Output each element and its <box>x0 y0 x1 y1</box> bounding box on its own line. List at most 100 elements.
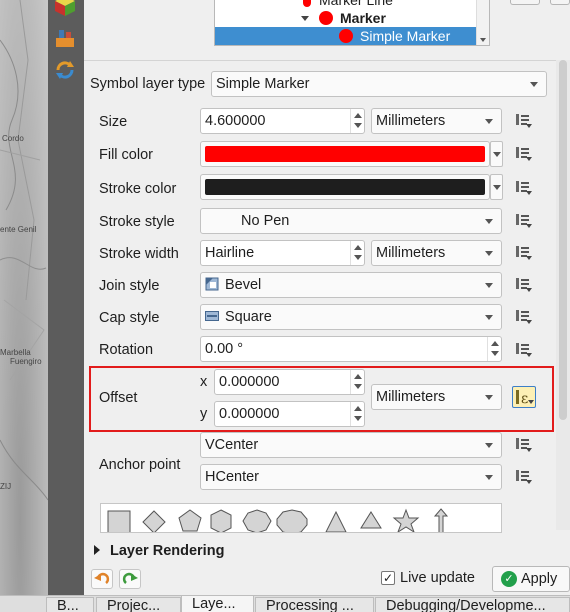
map-roads <box>0 0 48 501</box>
map-label: Fuengiro <box>10 357 42 366</box>
symbol-layer-type-label: Symbol layer type <box>90 76 206 92</box>
symbol-layer-type-value: Simple Marker <box>216 76 310 92</box>
rotation-label: Rotation <box>99 342 154 358</box>
offset-y-label: y <box>200 406 208 422</box>
data-defined-override-button[interactable] <box>512 143 536 165</box>
anchor-horizontal-combo[interactable]: HCenter <box>200 464 502 490</box>
tab-label: Processing ... <box>266 598 354 612</box>
anchor-vertical-combo[interactable]: VCenter <box>200 432 502 458</box>
anchor-horizontal-value: HCenter <box>205 469 259 485</box>
map-canvas[interactable]: Cordo ente Genil Marbella Fuengiro ZIJ <box>0 0 48 595</box>
fill-color-swatch <box>205 146 485 162</box>
apply-button[interactable]: ✓ Apply <box>492 566 570 592</box>
data-defined-icon <box>516 310 532 324</box>
tab-browser[interactable]: B... <box>46 597 94 612</box>
data-defined-override-button[interactable] <box>512 339 536 361</box>
fill-color-menu-button[interactable] <box>490 141 503 167</box>
data-defined-icon <box>516 278 532 292</box>
stroke-width-spinbox[interactable]: Hairline <box>200 240 365 266</box>
add-layer-cube-icon[interactable] <box>53 0 77 18</box>
anchor-vertical-value: VCenter <box>205 437 259 453</box>
expand-arrow-icon[interactable] <box>301 16 309 21</box>
data-defined-override-button[interactable] <box>512 210 536 232</box>
stroke-color-menu-button[interactable] <box>490 174 503 200</box>
size-unit-combo[interactable]: Millimeters <box>371 108 502 134</box>
scrollbar-thumb[interactable] <box>559 60 567 420</box>
join-style-combo[interactable]: Bevel <box>200 272 502 298</box>
stroke-color-button[interactable] <box>200 174 490 200</box>
tab-debugging[interactable]: Debugging/Developme... <box>375 597 570 612</box>
tree-item-label: Marker Line <box>319 0 393 8</box>
data-defined-icon <box>516 114 532 128</box>
stroke-style-label: Stroke style <box>99 214 175 230</box>
tree-item-marker-line[interactable]: Marker Line <box>215 0 477 9</box>
redo-button[interactable] <box>119 569 141 589</box>
tree-scrollbar[interactable] <box>476 0 489 45</box>
rotation-value: 0.00 ° <box>205 341 244 357</box>
redo-icon <box>122 572 138 584</box>
cap-style-combo[interactable]: Square <box>200 304 502 330</box>
data-defined-icon <box>516 470 532 484</box>
bevel-join-icon <box>205 275 219 291</box>
marker-line-symbol-icon <box>303 0 311 7</box>
stroke-style-combo[interactable]: No Pen <box>200 208 502 234</box>
stroke-color-label: Stroke color <box>99 181 177 197</box>
apply-label: Apply <box>521 571 558 587</box>
offset-y-spinbox[interactable]: 0.000000 <box>214 401 365 427</box>
stroke-width-unit-value: Millimeters <box>376 245 446 261</box>
offset-unit-combo[interactable]: Millimeters <box>371 384 502 410</box>
rotation-spinbox[interactable]: 0.00 ° <box>200 336 502 362</box>
stroke-width-label: Stroke width <box>99 246 179 262</box>
data-defined-icon <box>516 181 532 195</box>
join-style-value: Bevel <box>225 277 262 293</box>
cap-style-value: Square <box>225 309 272 325</box>
properties-scrollbar[interactable] <box>556 60 570 530</box>
expression-icon: ε <box>516 390 534 407</box>
expand-triangle-icon <box>94 545 100 555</box>
marker-shape-list[interactable] <box>100 503 502 533</box>
anchor-point-label: Anchor point <box>99 457 181 473</box>
tree-item-label: Marker <box>340 10 386 26</box>
data-defined-override-button[interactable] <box>512 466 536 488</box>
stroke-style-value: No Pen <box>241 213 290 229</box>
tab-project[interactable]: Projec... <box>96 597 181 612</box>
tree-action-button[interactable] <box>510 0 540 5</box>
tree-action-button[interactable] <box>550 0 570 5</box>
data-defined-override-button[interactable] <box>512 242 536 264</box>
undo-button[interactable] <box>91 569 113 589</box>
undo-icon <box>94 572 110 584</box>
data-defined-override-button[interactable] <box>512 177 536 199</box>
tab-label: Projec... <box>107 598 161 612</box>
stroke-color-swatch <box>205 179 485 195</box>
data-defined-override-button[interactable] <box>512 434 536 456</box>
tree-item-marker[interactable]: Marker <box>215 9 477 27</box>
data-defined-override-button[interactable]: ε <box>512 386 536 408</box>
data-defined-override-button[interactable] <box>512 274 536 296</box>
offset-x-spinbox[interactable]: 0.000000 <box>214 369 365 395</box>
map-label: ente Genil <box>0 225 37 234</box>
offset-unit-value: Millimeters <box>376 389 446 405</box>
tab-processing[interactable]: Processing ... <box>255 597 374 612</box>
tree-item-simple-marker[interactable]: Simple Marker <box>215 27 477 45</box>
marker-symbol-icon <box>319 11 333 25</box>
data-defined-icon <box>516 343 532 357</box>
symbol-layer-tree[interactable]: Marker Line Marker Simple Marker <box>214 0 490 46</box>
map-label: Marbella <box>0 348 31 357</box>
live-update-checkbox[interactable]: ✓ <box>381 571 395 585</box>
fill-color-button[interactable] <box>200 141 490 167</box>
layer-rendering-section[interactable]: Layer Rendering <box>94 543 224 559</box>
data-defined-override-button[interactable] <box>512 306 536 328</box>
data-defined-override-button[interactable] <box>512 110 536 132</box>
symbol-layer-type-combo[interactable]: Simple Marker <box>211 71 547 97</box>
layer-rendering-label: Layer Rendering <box>110 543 225 559</box>
tab-label: B... <box>57 598 79 612</box>
stroke-width-unit-combo[interactable]: Millimeters <box>371 240 502 266</box>
tree-item-label: Simple Marker <box>360 28 451 44</box>
plugin-icon[interactable] <box>53 26 77 50</box>
size-spinbox[interactable]: 4.600000 <box>200 108 365 134</box>
simple-marker-symbol-icon <box>339 29 353 43</box>
data-defined-icon <box>516 147 532 161</box>
offset-x-value: 0.000000 <box>219 374 280 390</box>
refresh-icon[interactable] <box>53 58 77 82</box>
tab-layer-styling[interactable]: Laye... <box>181 595 254 612</box>
